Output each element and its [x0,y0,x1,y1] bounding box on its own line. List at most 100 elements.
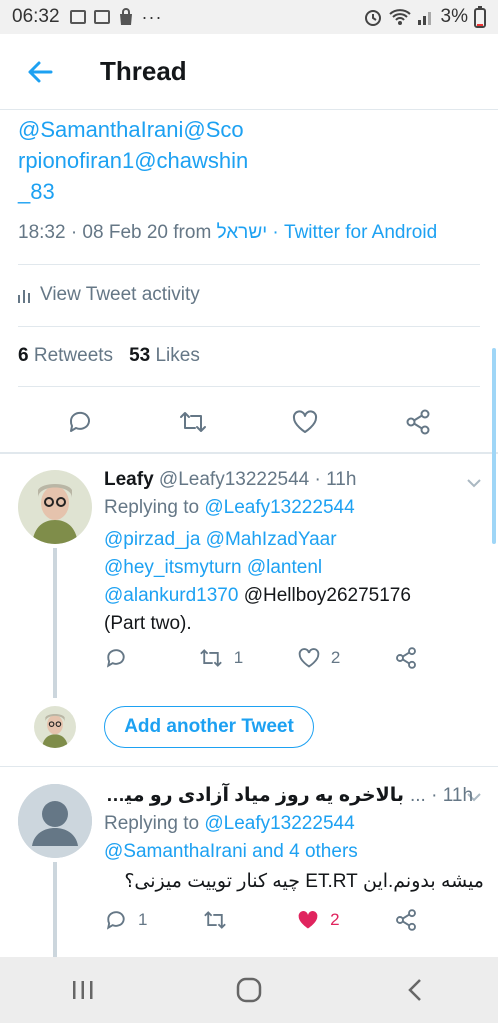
thread-connector [53,862,57,957]
add-another-tweet-button[interactable]: Add another Tweet [104,706,314,748]
replying-prefix: Replying to [104,497,205,518]
reply-header: بالاخره یه روز میاد آزادی رو میگم. ... ·… [104,782,484,810]
reply-text-line: @alankurd1370 @Hellboy26275176 [104,582,484,610]
retweet-icon [204,911,226,929]
author-handle-time: ... · 11h [410,785,474,806]
reply-count: 1 [138,910,148,929]
status-bar: 06:32 ··· 3% [0,0,498,34]
avatar[interactable] [18,470,92,544]
reply-button[interactable] [60,402,100,442]
reply-header: Leafy @Leafy13222544 · 11h [104,466,484,494]
retweets-label: Retweets [33,345,114,366]
replying-to: Replying to @Leafy13222544 [104,494,484,522]
divider [18,386,480,387]
share-icon [406,409,430,435]
reply-plain-text: @Hellboy26275176 [238,585,411,606]
likes-stat[interactable]: 53 Likes [129,345,200,367]
battery-level: 3% [440,6,468,27]
replying-prefix: Replying to [104,813,205,834]
view-tweet-activity[interactable]: View Tweet activity [18,284,200,306]
tweet-source[interactable]: · Twitter for Android [267,222,437,243]
retweet-button[interactable] [202,909,242,931]
scrollbar[interactable] [492,348,496,544]
default-avatar-icon [18,784,92,858]
reply-button[interactable]: 1 [104,908,147,932]
replying-more[interactable]: @SamanthaIrani and 4 others [104,838,484,866]
retweets-count: 6 [18,345,29,366]
replying-mention[interactable]: @Leafy13222544 [204,813,354,834]
reply-actions: 1 2 [104,908,434,932]
share-button[interactable] [394,908,434,932]
section-separator [0,452,498,454]
notification-icons: ··· [69,6,163,28]
heart-filled-icon [298,911,318,929]
like-button[interactable]: 2 [297,647,340,669]
tweet-stats: 6 Retweets 53 Likes [18,345,200,367]
tweet-timestamp: 18:32 · 08 Feb 20 from [18,222,217,243]
mention-link[interactable]: @hey_itsmyturn @lantenl [104,557,322,578]
mention-line[interactable]: rpionofiran1@chawshin [18,145,488,176]
more-notifications: ··· [141,6,163,27]
heart-icon [293,410,318,433]
reply-text-line: @pirzad_ja @MahIzadYaar [104,526,484,554]
reply-button[interactable] [104,646,144,670]
divider [18,326,480,327]
alarm-icon [364,10,381,26]
tweet-location[interactable]: ישראל [217,222,268,243]
retweet-icon [179,412,206,432]
mention-link[interactable]: @pirzad_ja @MahIzadYaar [104,529,337,550]
share-button[interactable] [398,402,438,442]
reply-content: بالاخره یه روز میاد آزادی رو میگم. ... ·… [104,782,484,896]
mention-line[interactable]: @SamanthaIrani@Sco [18,114,488,145]
like-count: 2 [330,648,341,667]
retweet-button[interactable]: 1 [198,647,243,669]
my-avatar [34,706,76,748]
reply-icon [106,649,125,668]
main-tweet-text: @SamanthaIrani@Sco rpionofiran1@chawshin… [18,114,488,207]
like-button[interactable] [285,402,325,442]
share-button[interactable] [394,646,434,670]
bar-chart-icon [18,290,30,303]
likes-count: 53 [129,345,151,366]
divider [18,264,480,265]
reply-content: Leafy @Leafy13222544 · 11h Replying to @… [104,466,484,638]
home-icon [236,977,262,1003]
arrow-left-icon [28,61,53,82]
system-nav-bar [0,957,498,1023]
shopping-bag-icon [119,8,132,25]
avatar[interactable] [18,784,92,858]
reply-icon [70,411,91,432]
replying-to: Replying to @Leafy13222544 [104,810,484,838]
retweets-stat[interactable]: 6 Retweets [18,345,113,367]
home-button[interactable] [219,965,279,1015]
reply-text: @pirzad_ja @MahIzadYaar @hey_itsmyturn @… [104,526,484,638]
page-title: Thread [100,56,187,86]
back-nav-button[interactable] [385,965,445,1015]
status-time: 06:32 [12,6,60,27]
reply-text: میشه بدونم.این ET.RT چیه کنار توییت میزن… [124,871,484,892]
app-header: Thread [0,34,498,110]
back-button[interactable] [0,34,80,110]
like-count: 2 [330,910,340,929]
mention-line[interactable]: _83 [18,176,488,207]
signal-icon [417,12,431,25]
user-photo-icon [18,470,92,544]
share-icon [396,909,416,931]
battery-icon [474,6,486,28]
divider [0,766,498,767]
wifi-icon [388,9,411,25]
likes-label: Likes [155,345,200,366]
share-icon [396,647,416,669]
reply-icon [106,911,125,930]
mention-link[interactable]: @alankurd1370 [104,585,238,606]
author-name[interactable]: بالاخره یه روز میاد آزادی رو میگم. [104,782,404,810]
like-button[interactable]: 2 [296,909,340,931]
recents-button[interactable] [53,965,113,1015]
user-photo-icon [34,706,76,748]
retweet-button[interactable] [173,402,213,442]
screenshot-icon [93,10,110,24]
reply-actions: 1 2 [104,646,434,670]
author-handle-time: @Leafy13222544 · 11h [158,469,357,490]
author-name[interactable]: Leafy [104,469,154,490]
replying-mention[interactable]: @Leafy13222544 [204,497,354,518]
